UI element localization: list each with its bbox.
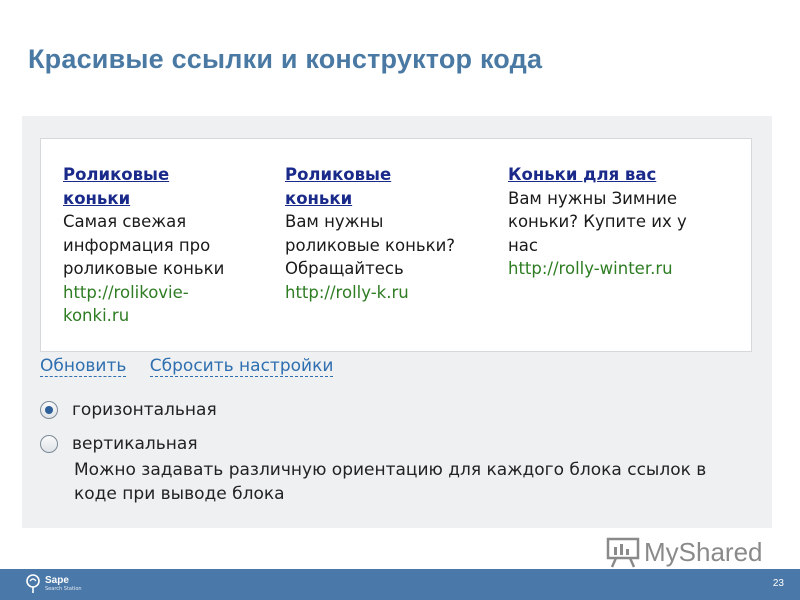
ad-text-line: коньки? Купите их у bbox=[508, 212, 687, 231]
ad-text-line: Самая свежая bbox=[63, 212, 187, 231]
ad-text-line: Вам нужны Зимние bbox=[508, 188, 678, 208]
ad-text-line: информация про bbox=[63, 235, 211, 255]
horizontal-label: горизонтальная bbox=[72, 400, 217, 420]
ad-block: Роликовые коньки Вам нужны роликовые кон… bbox=[285, 163, 495, 304]
reset-settings-link[interactable]: Сбросить настройки bbox=[149, 356, 334, 377]
ad-text-line: нас bbox=[508, 235, 538, 255]
vertical-label: вертикальная bbox=[72, 434, 198, 454]
horizontal-radio[interactable] bbox=[40, 401, 58, 419]
ad-url[interactable]: http://rolikovie- bbox=[63, 281, 263, 305]
refresh-link[interactable]: Обновить bbox=[40, 356, 127, 377]
orientation-horizontal-option[interactable]: горизонтальная bbox=[40, 400, 217, 420]
ad-title-line: коньки bbox=[63, 188, 131, 208]
ad-title-link[interactable]: Коньки для вас bbox=[508, 163, 738, 187]
ad-block: Роликовые коньки Самая свежая информация… bbox=[63, 163, 263, 328]
slide-title: Красивые ссылки и конструктор кода bbox=[28, 44, 543, 74]
footer-logo: Sape Search Station bbox=[25, 573, 82, 595]
presentation-board-icon bbox=[606, 537, 640, 568]
ad-url[interactable]: http://rolly-k.ru bbox=[285, 281, 495, 305]
ad-title-line: Роликовые bbox=[285, 165, 392, 184]
watermark: MyShared bbox=[606, 536, 763, 568]
ad-text-line: Обращайтесь bbox=[285, 259, 404, 278]
ad-title-line: коньки bbox=[285, 188, 353, 208]
vertical-radio[interactable] bbox=[40, 435, 58, 453]
page-number: 23 bbox=[772, 578, 784, 589]
ad-title-link[interactable]: Роликовые коньки bbox=[285, 163, 495, 210]
orientation-hint: Можно задавать различную ориентацию для … bbox=[74, 460, 707, 504]
ad-text-line: Вам нужны bbox=[285, 212, 384, 231]
watermark-text: MyShared bbox=[644, 536, 763, 567]
ads-preview-box: Роликовые коньки Самая свежая информация… bbox=[40, 138, 752, 352]
ad-url[interactable]: http://rolly-winter.ru bbox=[508, 257, 738, 281]
ad-text-line: роликовые коньки bbox=[63, 259, 225, 278]
footer-brand: Sape bbox=[45, 575, 69, 586]
settings-panel: Роликовые коньки Самая свежая информация… bbox=[22, 116, 772, 528]
sape-logo-icon bbox=[26, 574, 40, 593]
action-links: Обновить Сбросить настройки bbox=[40, 356, 351, 377]
footer-tagline: Search Station bbox=[45, 586, 82, 592]
ad-title-line: Роликовые bbox=[63, 165, 170, 184]
ad-url[interactable]: konki.ru bbox=[63, 304, 263, 328]
ad-text-line: роликовые коньки? bbox=[285, 235, 456, 255]
orientation-vertical-option[interactable]: вертикальная bbox=[40, 434, 198, 454]
ad-block: Коньки для вас Вам нужны Зимние коньки? … bbox=[508, 163, 738, 281]
ad-title-link[interactable]: Роликовые коньки bbox=[63, 163, 263, 210]
footer-bar: Sape Search Station 23 bbox=[0, 569, 800, 600]
